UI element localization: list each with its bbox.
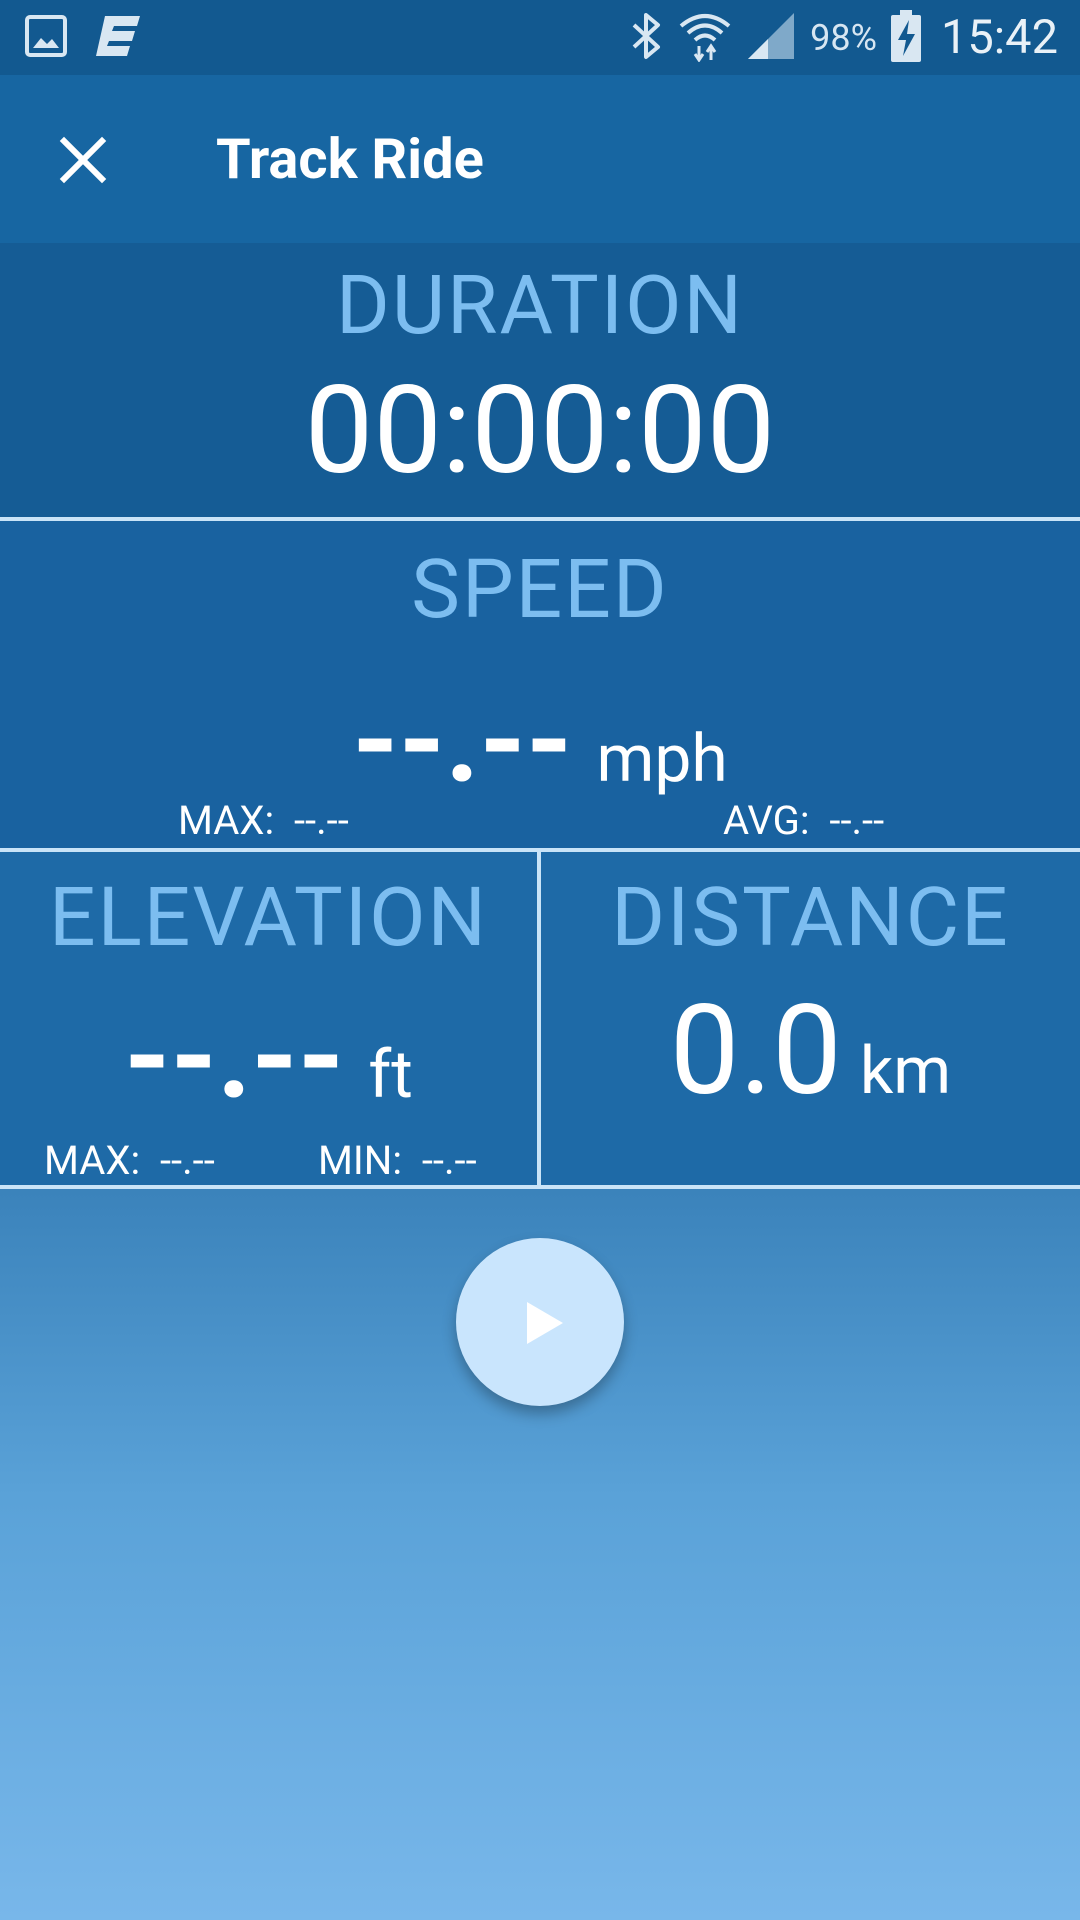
wifi-icon	[678, 10, 732, 66]
elevation-max-label: MAX:	[44, 1137, 141, 1184]
duration-value: 00:00:00	[304, 359, 776, 502]
speed-max-value: --.--	[293, 797, 349, 844]
elevation-label: ELEVATION	[48, 870, 489, 966]
gallery-icon	[24, 14, 68, 62]
battery-percent: 98%	[810, 16, 877, 59]
distance-label: DISTANCE	[611, 870, 1010, 966]
distance-unit: km	[859, 1033, 952, 1110]
play-icon	[527, 1302, 563, 1344]
bluetooth-icon	[628, 11, 664, 65]
status-bar: 98% 15:42	[0, 0, 1080, 75]
distance-value: 0.0	[669, 979, 842, 1124]
speed-avg-value: --.--	[829, 797, 885, 844]
app-logo-icon	[96, 14, 142, 62]
elevation-max: MAX: --.--	[44, 1137, 215, 1184]
distance-reading: 0.0 km	[541, 982, 1080, 1158]
speed-reading: --.-- mph	[0, 676, 1080, 841]
speed-unit: mph	[596, 721, 728, 798]
signal-icon	[746, 11, 796, 65]
close-icon	[59, 136, 107, 184]
distance-panel: DISTANCE 0.0 km	[541, 852, 1080, 1185]
speed-value: --.--	[352, 672, 573, 810]
elevation-min-label: MIN:	[318, 1137, 403, 1184]
speed-panel: SPEED --.-- mph MAX: --.-- AVG: --.--	[0, 521, 1080, 848]
speed-avg-label: AVG:	[723, 797, 810, 844]
duration-panel: DURATION 00:00:00	[0, 243, 1080, 517]
elevation-max-value: --.--	[159, 1137, 215, 1184]
elevation-value: --.--	[124, 988, 345, 1126]
speed-max: MAX: --.--	[178, 797, 349, 844]
speed-max-label: MAX:	[178, 797, 275, 844]
app-bar: Track Ride	[0, 75, 1080, 243]
elevation-reading: --.-- ft	[0, 992, 537, 1157]
clock: 15:42	[940, 10, 1058, 65]
speed-label: SPEED	[411, 542, 669, 638]
elevation-unit: ft	[368, 1037, 413, 1114]
battery-charging-icon	[890, 9, 921, 66]
close-button[interactable]	[52, 129, 114, 191]
elevation-min: MIN: --.--	[318, 1137, 477, 1184]
play-button-container	[456, 1238, 624, 1406]
elevation-panel: ELEVATION --.-- ft MAX: --.-- MIN: --.--	[0, 852, 537, 1185]
divider	[0, 1185, 1080, 1189]
elevation-min-value: --.--	[421, 1137, 477, 1184]
speed-avg: AVG: --.--	[723, 797, 884, 844]
page-title: Track Ride	[216, 126, 484, 192]
duration-label: DURATION	[336, 258, 744, 354]
start-ride-button[interactable]	[456, 1238, 624, 1406]
